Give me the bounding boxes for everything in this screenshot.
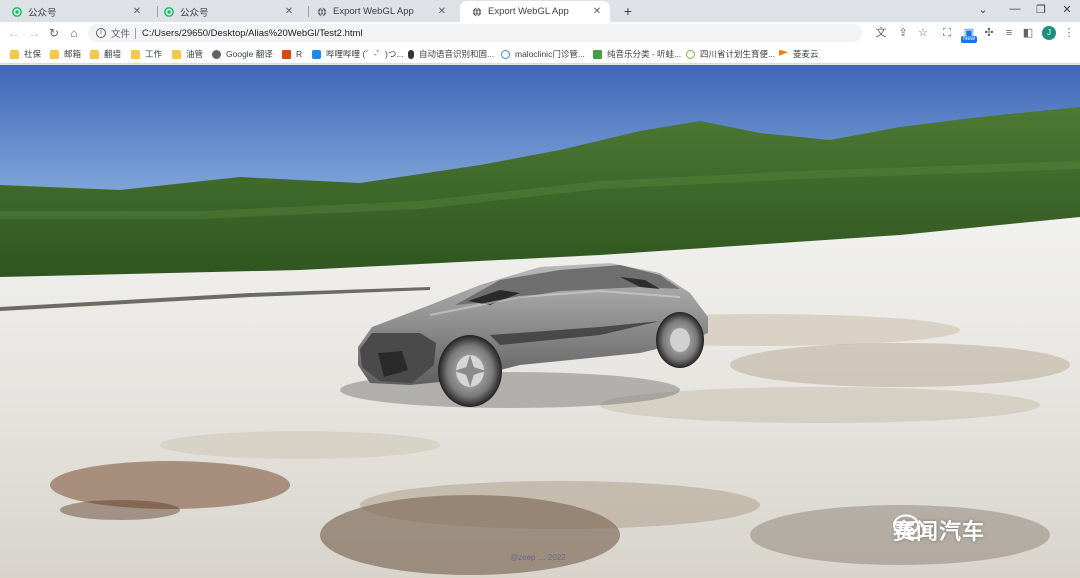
tab-wechat-1[interactable]: 公众号 ✕ bbox=[0, 1, 150, 22]
bookmark-label: 油管 bbox=[186, 49, 204, 59]
close-window-button[interactable]: ✕ bbox=[1060, 3, 1074, 16]
tab-label: Export WebGL App bbox=[488, 6, 569, 17]
extensions-puzzle-icon[interactable]: ✣ bbox=[982, 26, 996, 40]
bookmark-item[interactable]: Google 翻译 bbox=[212, 47, 273, 61]
wechat-icon bbox=[893, 514, 926, 539]
mic-icon bbox=[408, 49, 414, 59]
bookmark-item[interactable]: 自动语音识别和固... bbox=[408, 47, 494, 61]
translate-icon[interactable]: 文 bbox=[874, 26, 888, 40]
bookmark-label: R bbox=[296, 49, 303, 59]
folder-icon bbox=[50, 49, 59, 59]
bookmark-label: 纯音乐分类 - 听蛙... bbox=[607, 49, 682, 59]
bookmark-item[interactable]: 工作 bbox=[131, 47, 162, 61]
bookmark-label: 哔哩哔哩 (゜-゜)つ... bbox=[326, 49, 404, 59]
bookmark-item[interactable]: 邮箱 bbox=[50, 47, 81, 61]
info-icon[interactable]: i bbox=[96, 28, 106, 38]
bookmark-label: 翻墙 bbox=[104, 49, 122, 59]
folder-icon bbox=[90, 49, 99, 59]
tab-wechat-2[interactable]: 公众号 ✕ bbox=[152, 1, 302, 22]
browser-toolbar: ← → ↻ ⌂ i 文件 C:/Users/29650/Desktop/Alia… bbox=[0, 22, 1080, 44]
share-icon[interactable]: ⇪ bbox=[896, 26, 910, 40]
home-icon[interactable]: ⌂ bbox=[66, 25, 82, 41]
new-tab-button[interactable]: + bbox=[620, 3, 636, 19]
bookmark-label: 社保 bbox=[24, 49, 42, 59]
wechat-icon bbox=[164, 6, 174, 17]
bilibili-icon bbox=[312, 49, 321, 59]
menu-kebab-icon[interactable]: ⋮ bbox=[1062, 26, 1076, 40]
file-scheme-label: 文件 bbox=[111, 29, 131, 40]
bookmark-item[interactable]: R bbox=[282, 47, 302, 61]
bookmark-item[interactable]: 油管 bbox=[172, 47, 203, 61]
bookmark-item[interactable]: 翻墙 bbox=[90, 47, 121, 61]
scene-render bbox=[0, 65, 1080, 578]
new-badge: New bbox=[961, 36, 978, 43]
music-icon bbox=[593, 49, 602, 59]
r-icon bbox=[282, 49, 291, 59]
wechat-icon bbox=[12, 6, 22, 17]
bookmark-label: Google 翻译 bbox=[226, 49, 273, 59]
bookmark-item[interactable]: 纯音乐分类 - 听蛙... bbox=[593, 47, 681, 61]
close-icon[interactable]: ✕ bbox=[435, 6, 449, 17]
globe-icon bbox=[212, 49, 221, 59]
address-bar[interactable]: i 文件 C:/Users/29650/Desktop/Alias%20WebG… bbox=[88, 24, 862, 42]
bookmark-item[interactable]: 四川省计划生育便... bbox=[686, 47, 775, 61]
bookmark-label: 工作 bbox=[145, 49, 163, 59]
globe-icon bbox=[472, 7, 482, 16]
maximize-button[interactable]: ❐ bbox=[1034, 3, 1048, 16]
bookmark-item[interactable]: 哔哩哔哩 (゜-゜)つ... bbox=[312, 47, 403, 61]
clinic-icon bbox=[501, 49, 510, 59]
bookmark-label: maloclinic门诊管... bbox=[515, 49, 585, 59]
health-icon bbox=[686, 49, 695, 59]
bookmark-star-icon[interactable]: ☆ bbox=[916, 26, 930, 40]
folder-icon bbox=[172, 49, 181, 59]
close-icon[interactable]: ✕ bbox=[130, 6, 144, 17]
bookmark-label: 自动语音识别和固... bbox=[419, 49, 495, 59]
webgl-viewport[interactable]: @zeep … 2022 赛闻汽车 bbox=[0, 65, 1080, 578]
close-icon[interactable]: ✕ bbox=[282, 6, 296, 17]
tab-export-webgl-active[interactable]: Export WebGL App ✕ bbox=[460, 1, 610, 22]
tab-export-webgl-1[interactable]: Export WebGL App ✕ bbox=[305, 1, 455, 22]
close-icon[interactable]: ✕ bbox=[590, 6, 604, 17]
reload-icon[interactable]: ↻ bbox=[46, 25, 62, 41]
bookmark-label: 邮箱 bbox=[64, 49, 82, 59]
tab-search-chevron-icon[interactable]: ⌄ bbox=[976, 3, 990, 16]
profile-avatar[interactable]: J bbox=[1042, 26, 1056, 40]
folder-icon bbox=[131, 49, 140, 59]
watermark: 赛闻汽车 bbox=[893, 514, 985, 546]
tab-label: Export WebGL App bbox=[333, 6, 414, 17]
bookmarks-bar: 社保 邮箱 翻墙 工作 油管 Google 翻译 R 哔哩哔哩 (゜-゜)つ..… bbox=[0, 44, 1080, 64]
forward-arrow-icon[interactable]: → bbox=[26, 25, 42, 41]
globe-icon bbox=[317, 7, 327, 16]
translate-extension-icon[interactable]: ⛶ bbox=[940, 26, 954, 40]
folder-icon bbox=[10, 49, 19, 59]
reading-list-icon[interactable]: ≡ bbox=[1002, 26, 1016, 40]
address-divider bbox=[135, 27, 137, 39]
bookmark-item[interactable]: maloclinic门诊管... bbox=[501, 47, 585, 61]
tab-label: 公众号 bbox=[180, 7, 209, 19]
tab-label: 公众号 bbox=[28, 7, 57, 19]
bookmark-label: 菱麦云 bbox=[793, 49, 819, 59]
flag-icon bbox=[779, 49, 788, 56]
bookmark-item[interactable]: 社保 bbox=[10, 47, 41, 61]
viewer-credit: @zeep … 2022 bbox=[510, 553, 566, 562]
minimize-button[interactable]: — bbox=[1008, 3, 1022, 15]
url-text[interactable]: C:/Users/29650/Desktop/Alias%20WebGl/Tes… bbox=[142, 28, 363, 39]
side-panel-icon[interactable]: ◧ bbox=[1021, 26, 1035, 40]
back-arrow-icon[interactable]: ← bbox=[6, 25, 22, 41]
bookmark-item[interactable]: 菱麦云 bbox=[779, 47, 819, 61]
tab-strip: 公众号 ✕ 公众号 ✕ Export WebGL App ✕ Export We… bbox=[0, 0, 1080, 22]
bookmark-label: 四川省计划生育便... bbox=[700, 49, 776, 59]
